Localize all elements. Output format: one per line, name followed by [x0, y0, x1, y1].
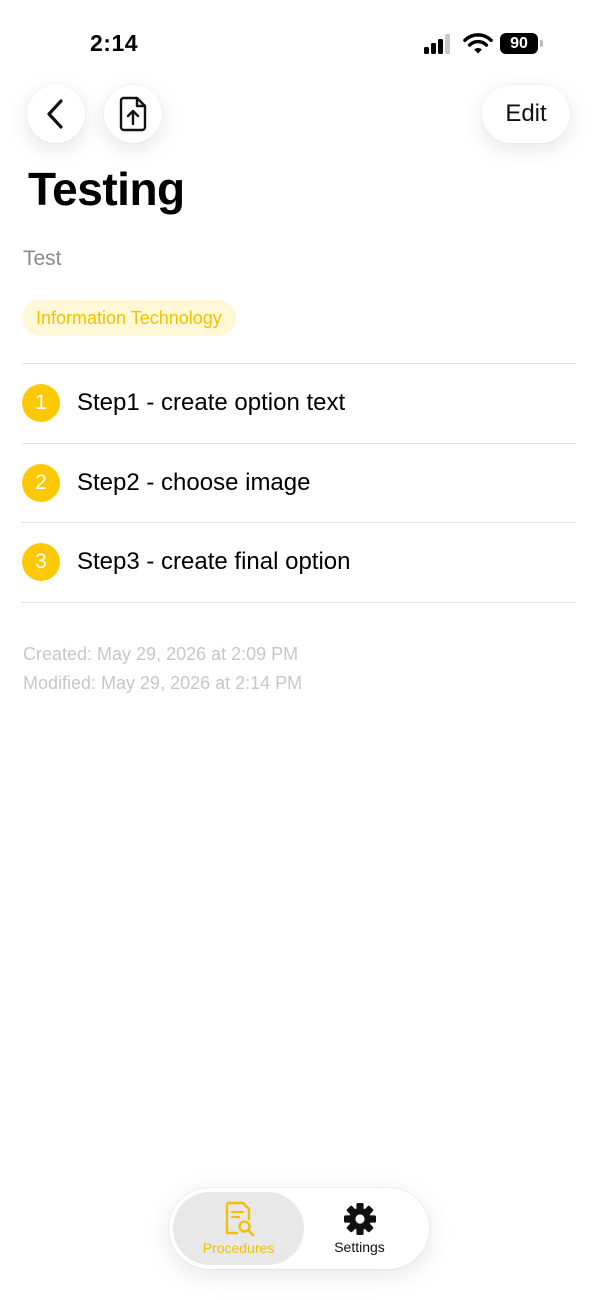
chevron-left-icon [47, 99, 63, 129]
battery-level: 90 [500, 33, 538, 54]
tab-settings[interactable]: Settings [297, 1192, 422, 1265]
step-label: Step1 - create option text [77, 389, 346, 417]
step-row[interactable]: 2 Step2 - choose image [22, 444, 576, 523]
page-title: Testing [28, 163, 185, 215]
back-button[interactable] [27, 85, 85, 143]
created-timestamp: Created: May 29, 2026 at 2:09 PM [23, 644, 299, 664]
step-label: Step2 - choose image [77, 468, 311, 496]
category-tag: Information Technology [22, 300, 236, 336]
status-bar: 2:14 90 [0, 0, 598, 80]
step-row[interactable]: 3 Step3 - create final option [22, 523, 576, 603]
wifi-icon [463, 33, 493, 54]
gear-icon [343, 1203, 376, 1235]
document-search-icon [225, 1201, 254, 1237]
export-document-button[interactable] [104, 85, 162, 143]
modified-timestamp: Modified: May 29, 2026 at 2:14 PM [23, 673, 303, 693]
tab-bar: Procedures Settings [169, 1188, 429, 1269]
status-time: 2:14 [90, 30, 139, 56]
step-number-badge: 2 [22, 463, 60, 502]
step-row[interactable]: 1 Step1 - create option text [22, 364, 576, 444]
steps-list: 1 Step1 - create option text 2 Step2 - c… [22, 363, 576, 603]
tab-procedures[interactable]: Procedures [173, 1192, 304, 1265]
edit-button[interactable]: Edit [482, 85, 570, 143]
document-export-icon [119, 96, 147, 132]
cellular-signal-icon [424, 34, 452, 54]
timestamps: Created: May 29, 2026 at 2:09 PM Modifie… [23, 640, 302, 698]
tab-label: Procedures [202, 1240, 275, 1256]
step-number-badge: 3 [22, 543, 60, 582]
step-label: Step3 - create final option [77, 548, 351, 576]
procedure-description: Test [23, 247, 62, 270]
step-number-badge: 1 [22, 384, 60, 423]
tab-label: Settings [334, 1239, 385, 1255]
battery-icon: 90 [500, 33, 544, 54]
